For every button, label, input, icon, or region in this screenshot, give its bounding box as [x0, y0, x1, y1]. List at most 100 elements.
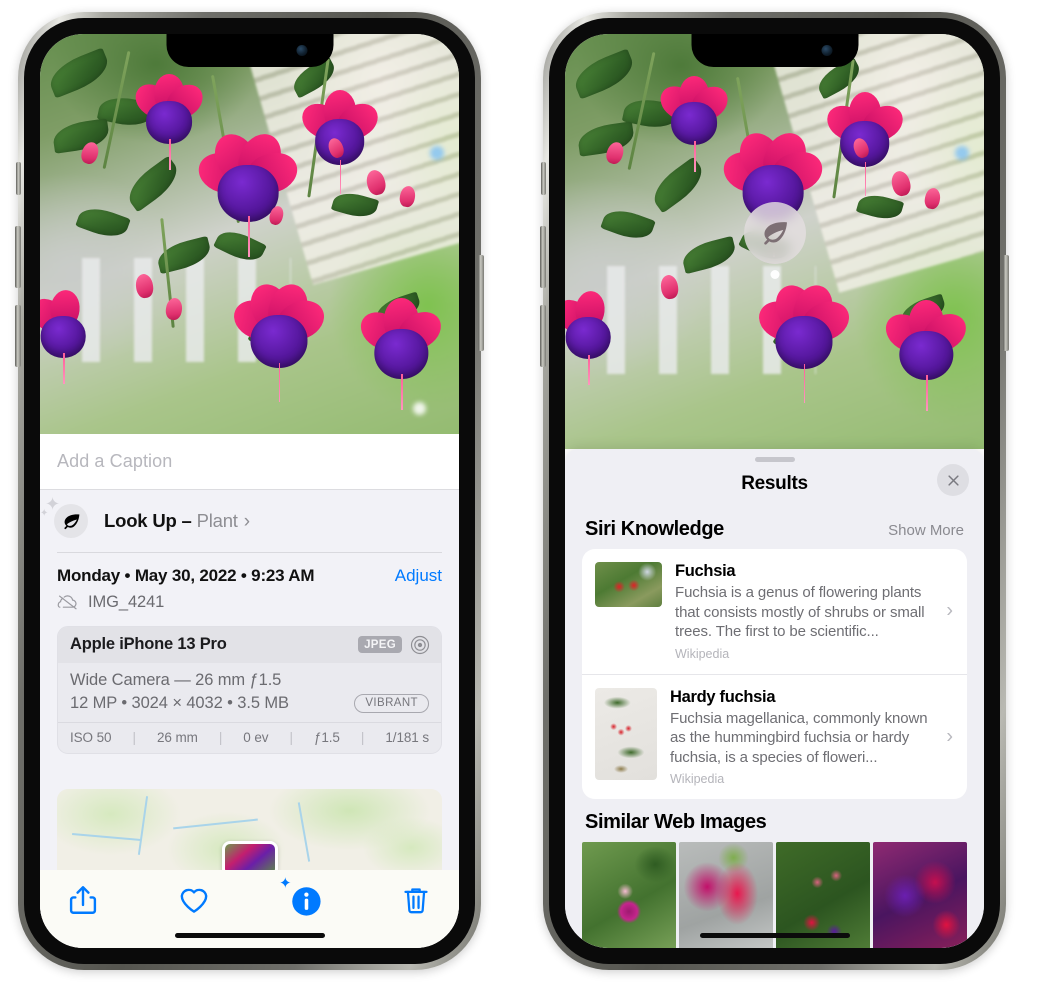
knowledge-source: Wikipedia — [675, 646, 730, 661]
chevron-right-icon: › — [243, 510, 250, 532]
heart-icon — [180, 888, 208, 913]
sparkle-icon: ✦ — [279, 875, 292, 892]
photo-datetime: Monday • May 30, 2022 • 9:23 AM — [57, 565, 315, 585]
look-up-label: Look Up – Plant › — [104, 510, 250, 533]
knowledge-thumbnail — [595, 562, 662, 607]
knowledge-description: Fuchsia is a genus of flowering plants t… — [675, 584, 925, 640]
photo-flower — [354, 298, 449, 410]
photo-flower — [752, 279, 855, 403]
siri-knowledge-title: Siri Knowledge — [585, 518, 724, 540]
format-badge: JPEG — [358, 636, 402, 653]
caption-field[interactable]: Add a Caption — [40, 434, 459, 490]
exif-separator: | — [132, 729, 137, 745]
power-button[interactable] — [1003, 255, 1009, 351]
close-button[interactable] — [937, 464, 969, 496]
silent-switch[interactable] — [16, 162, 21, 195]
photo-flower — [129, 74, 209, 171]
photo-fuchsia[interactable] — [40, 34, 459, 434]
chevron-right-icon: › — [946, 725, 953, 748]
info-button[interactable]: ✦ — [279, 876, 322, 917]
map-waterway — [172, 818, 258, 830]
exif-card[interactable]: Apple iPhone 13 Pro JPEG Wide Camera — 2… — [57, 625, 442, 754]
info-sparkle-icon — [292, 887, 321, 916]
knowledge-description: Fuchsia magellanica, commonly known as t… — [670, 709, 928, 766]
exif-size: 12 MP • 3024 × 4032 • 3.5 MB — [70, 693, 289, 712]
siri-knowledge-card: Fuchsia Fuchsia is a genus of flowering … — [582, 549, 967, 799]
share-button[interactable] — [66, 883, 100, 917]
knowledge-source: Wikipedia — [670, 772, 725, 786]
exif-separator: | — [289, 729, 293, 745]
exif-header: Apple iPhone 13 Pro JPEG — [58, 626, 441, 663]
notch — [166, 34, 333, 67]
volume-down-button[interactable] — [540, 305, 546, 367]
web-image-thumbnail[interactable] — [873, 842, 967, 948]
exif-body: Wide Camera — 26 mm ƒ1.5 12 MP • 3024 × … — [58, 663, 441, 722]
photo-flower — [654, 75, 734, 172]
map-waterway — [137, 795, 148, 855]
map-photo-pin[interactable] — [221, 841, 278, 873]
exif-separator: | — [218, 729, 223, 745]
knowledge-text: Fuchsia Fuchsia is a genus of flowering … — [675, 562, 955, 661]
photo-flower — [565, 289, 624, 385]
exif-iso: ISO 50 — [70, 729, 112, 745]
exif-separator: | — [360, 729, 365, 745]
volume-down-button[interactable] — [15, 305, 21, 367]
knowledge-row[interactable]: Fuchsia Fuchsia is a genus of flowering … — [582, 549, 967, 674]
photo-bokeh — [429, 146, 444, 160]
left-screen: Add a Caption ✦ ✦ Look Up – Plant › Mond… — [40, 34, 459, 948]
exif-settings: ISO 50 | 26 mm | 0 ev | ƒ1.5 | 1/181 s — [58, 721, 441, 753]
siri-knowledge-header: Siri Knowledge Show More — [565, 506, 984, 549]
leaf-icon — [763, 222, 787, 245]
exif-focal: 26 mm — [156, 729, 198, 745]
knowledge-text: Hardy fuchsia Fuchsia magellanica, commo… — [670, 688, 955, 787]
look-up-row[interactable]: ✦ ✦ Look Up – Plant › — [40, 490, 459, 552]
home-indicator[interactable] — [699, 933, 850, 938]
photo-bokeh — [954, 146, 969, 161]
map-waterway — [72, 833, 142, 842]
home-indicator[interactable] — [174, 933, 325, 938]
volume-up-button[interactable] — [540, 226, 546, 288]
notch — [691, 34, 858, 67]
visual-lookup-leaf-badge[interactable] — [743, 202, 806, 264]
photo-flower — [879, 299, 974, 412]
photo-flower — [820, 92, 909, 197]
leaf-badge: ✦ ✦ — [40, 495, 88, 538]
knowledge-name: Fuchsia — [675, 562, 736, 580]
share-icon — [69, 886, 97, 914]
photo-metadata: Monday • May 30, 2022 • 9:23 AM Adjust I… — [40, 553, 459, 612]
front-camera — [821, 45, 832, 56]
exif-lens: Wide Camera — 26 mm ƒ1.5 — [70, 670, 282, 689]
screenshot-stage: Add a Caption ✦ ✦ Look Up – Plant › Mond… — [0, 0, 1055, 985]
knowledge-row[interactable]: Hardy fuchsia Fuchsia magellanica, commo… — [582, 673, 967, 800]
delete-button[interactable] — [399, 883, 433, 917]
results-title: Results — [741, 473, 808, 494]
right-screen: Results Siri Knowledge Show More Fuchsia… — [565, 34, 984, 948]
power-button[interactable] — [478, 255, 484, 351]
look-up-kind: Plant — [196, 509, 238, 531]
show-more-button[interactable]: Show More — [888, 522, 964, 539]
volume-up-button[interactable] — [15, 226, 21, 288]
photo-bokeh — [412, 402, 426, 415]
close-icon — [947, 474, 959, 486]
cloud-slash-icon — [57, 595, 77, 610]
location-map[interactable] — [57, 789, 442, 873]
adjust-button[interactable]: Adjust — [395, 566, 442, 586]
caption-placeholder: Add a Caption — [57, 451, 173, 471]
similar-web-images-title: Similar Web Images — [585, 811, 767, 833]
photographic-style-badge: VIBRANT — [354, 693, 429, 713]
right-phone: Results Siri Knowledge Show More Fuchsia… — [540, 12, 1009, 970]
knowledge-name: Hardy fuchsia — [670, 687, 776, 706]
photo-flower — [227, 278, 330, 402]
results-sheet: Results Siri Knowledge Show More Fuchsia… — [565, 449, 984, 948]
camera-target-icon — [410, 635, 430, 654]
favorite-button[interactable] — [177, 883, 211, 917]
photo-filename: IMG_4241 — [88, 592, 165, 611]
similar-web-images-header: Similar Web Images — [565, 799, 984, 842]
left-phone: Add a Caption ✦ ✦ Look Up – Plant › Mond… — [15, 12, 484, 970]
front-camera — [296, 45, 307, 56]
web-image-thumbnail[interactable] — [582, 842, 676, 948]
photo-flower — [40, 288, 99, 384]
map-waterway — [298, 802, 311, 863]
silent-switch[interactable] — [541, 162, 546, 195]
results-header: Results — [565, 462, 984, 506]
